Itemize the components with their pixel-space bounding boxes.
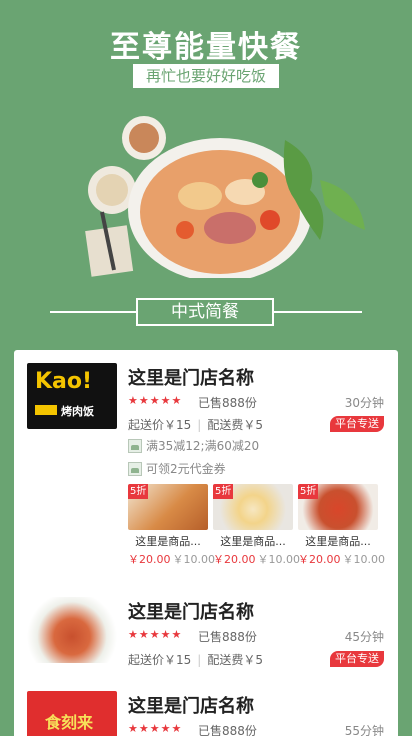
store-logo-text: Kao! [35, 369, 93, 394]
section-divider-left [50, 311, 136, 313]
fee-info: 起送价￥15 | 配送费￥5 [128, 651, 263, 668]
sold-count: 已售888份 [198, 724, 257, 736]
original-price: ￥10.00 [257, 553, 301, 566]
rating-stars: ★★★★★ [128, 394, 183, 407]
product-name: 这里是商品... [305, 535, 371, 548]
store-card[interactable]: 这里是门店名称 ★★★★★ 已售888份 45分钟 起送价￥15 | 配送费￥5 平… [14, 584, 398, 674]
discount-badge: 5折 [213, 484, 234, 499]
delivery-time: 30分钟 [344, 396, 384, 410]
store-card[interactable]: 食刻来 这里是门店名称 ★★★★★ 已售888份 55分钟 [14, 678, 398, 736]
logo-mark [35, 405, 57, 415]
hero-banner: 至尊能量快餐 再忙也要好好吃饭 [0, 0, 412, 280]
product-name: 这里是商品... [135, 535, 201, 548]
delivery-time: 45分钟 [344, 630, 384, 644]
hero-title: 至尊能量快餐 [110, 30, 302, 65]
store-name: 这里是门店名称 [128, 602, 254, 623]
current-price: ￥20.00 [213, 553, 256, 566]
store-logo: 食刻来 [27, 691, 117, 736]
delivery-time: 55分钟 [344, 724, 384, 736]
product-price: ￥20.00 ￥10.00 [128, 551, 215, 567]
promo-text: 可领2元代金券 [146, 462, 226, 476]
current-price: ￥20.00 [128, 553, 171, 566]
food-illustration [85, 116, 365, 278]
section-divider-right [274, 311, 362, 313]
min-order: 起送价￥15 [128, 418, 192, 432]
original-price: ￥10.00 [172, 553, 216, 566]
store-logo: Kao! 烤肉饭 [27, 363, 117, 429]
product-price: ￥20.00 ￥10.00 [298, 551, 385, 567]
min-order: 起送价￥15 [128, 653, 192, 667]
platform-delivery-badge: 平台专送 [330, 416, 384, 432]
current-price: ￥20.00 [298, 553, 341, 566]
store-image [27, 597, 117, 663]
discount-badge: 5折 [298, 484, 319, 499]
product-image: 5折 [213, 484, 293, 530]
fee-divider: | [197, 653, 202, 667]
product-image: 5折 [298, 484, 378, 530]
platform-delivery-badge: 平台专送 [330, 651, 384, 667]
discount-icon [128, 439, 142, 453]
sold-count: 已售888份 [198, 630, 257, 644]
discount-badge: 5折 [128, 484, 149, 499]
product-name: 这里是商品... [220, 535, 286, 548]
delivery-fee: 配送费￥5 [207, 653, 263, 667]
store-name: 这里是门店名称 [128, 368, 254, 389]
store-logo-subtext: 烤肉饭 [61, 405, 94, 418]
sold-count: 已售888份 [198, 396, 257, 410]
promo-coupon: 可领2元代金券 [128, 460, 226, 477]
store-card[interactable]: Kao! 烤肉饭 这里是门店名称 ★★★★★ 已售888份 30分钟 起送价￥1… [14, 350, 398, 580]
product-price: ￥20.00 ￥10.00 [213, 551, 300, 567]
hero-subtitle: 再忙也要好好吃饭 [133, 64, 279, 88]
promo-text: 满35减12;满60减20 [146, 439, 260, 453]
product-card[interactable]: 5折 这里是商品... ￥20.00 ￥10.00 [213, 484, 300, 567]
section-title: 中式简餐 [136, 298, 274, 326]
fee-info: 起送价￥15 | 配送费￥5 [128, 416, 263, 433]
rating-stars: ★★★★★ [128, 628, 183, 641]
product-card[interactable]: 5折 这里是商品... ￥20.00 ￥10.00 [128, 484, 215, 567]
fee-divider: | [197, 418, 202, 432]
product-image: 5折 [128, 484, 208, 530]
original-price: ￥10.00 [342, 553, 386, 566]
store-logo-text: 食刻来 [45, 713, 94, 732]
product-card[interactable]: 5折 这里是商品... ￥20.00 ￥10.00 [298, 484, 385, 567]
store-name: 这里是门店名称 [128, 696, 254, 717]
rating-stars: ★★★★★ [128, 722, 183, 735]
promo-discount: 满35减12;满60减20 [128, 437, 259, 454]
coupon-icon [128, 462, 142, 476]
delivery-fee: 配送费￥5 [207, 418, 263, 432]
store-list: Kao! 烤肉饭 这里是门店名称 ★★★★★ 已售888份 30分钟 起送价￥1… [14, 350, 398, 736]
